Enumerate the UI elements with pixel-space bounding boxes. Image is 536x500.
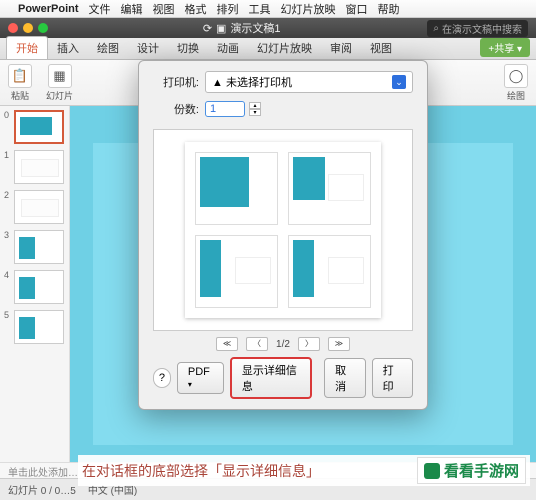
copies-label: 份数: (153, 101, 199, 117)
copies-input[interactable]: 1 (205, 101, 245, 117)
slide-number: 3 (4, 230, 12, 240)
brand-icon (424, 463, 440, 479)
slide-thumb-1[interactable] (14, 150, 64, 184)
page-first-button[interactable]: ≪ (216, 337, 238, 351)
dropdown-arrow-icon: ⌄ (392, 75, 406, 89)
menu-app[interactable]: PowerPoint (18, 3, 79, 15)
slide-thumb-2[interactable] (14, 190, 64, 224)
document-title: ⟳ ▣ 演示文稿1 (56, 20, 427, 36)
handout-slide (288, 152, 371, 225)
menu-help[interactable]: 帮助 (378, 1, 400, 17)
handout-slide (288, 235, 371, 308)
slide-thumb-4[interactable] (14, 270, 64, 304)
page-last-button[interactable]: ≫ (328, 337, 350, 351)
copies-stepper[interactable]: ▴▾ (249, 102, 261, 116)
tab-draw[interactable]: 绘图 (88, 37, 128, 59)
doc-title-text: 演示文稿1 (230, 20, 280, 36)
pdf-button[interactable]: PDF (177, 362, 224, 394)
tab-animations[interactable]: 动画 (208, 37, 248, 59)
page-prev-button[interactable]: 〈 (246, 337, 268, 351)
print-button[interactable]: 打印 (372, 358, 413, 398)
menu-file[interactable]: 文件 (89, 1, 111, 17)
page-next-button[interactable]: 〉 (298, 337, 320, 351)
maximize-icon[interactable] (38, 23, 48, 33)
cancel-button[interactable]: 取消 (324, 358, 365, 398)
tab-transitions[interactable]: 切换 (168, 37, 208, 59)
traffic-lights (0, 23, 56, 33)
dialog-buttons: ? PDF 显示详细信息 取消 打印 (153, 357, 413, 399)
stepper-up-icon[interactable]: ▴ (249, 102, 261, 109)
menu-slideshow[interactable]: 幻灯片放映 (281, 1, 336, 17)
preview-pager: ≪ 〈 1/2 〉 ≫ (153, 337, 413, 351)
window-title-bar: ⟳ ▣ 演示文稿1 ⌕ 在演示文稿中搜索 (0, 18, 536, 38)
ribbon-tabs: 开始 插入 绘图 设计 切换 动画 幻灯片放映 审阅 视图 +共享 ▾ (0, 38, 536, 60)
tab-design[interactable]: 设计 (128, 37, 168, 59)
tab-slideshow[interactable]: 幻灯片放映 (248, 37, 321, 59)
printer-label: 打印机: (153, 74, 199, 90)
draw-label: 绘图 (507, 89, 525, 102)
handout-slide (195, 235, 278, 308)
printer-value: ▲ 未选择打印机 (212, 74, 292, 90)
minimize-icon[interactable] (23, 23, 33, 33)
paste-label: 粘贴 (11, 89, 29, 102)
preview-page (185, 142, 381, 318)
clipboard-icon: 📋 (8, 64, 32, 88)
show-details-button[interactable]: 显示详细信息 (230, 357, 312, 399)
brand-watermark: 看看手游网 (417, 457, 526, 484)
page-indicator: 1/2 (276, 339, 290, 350)
tab-view[interactable]: 视图 (361, 37, 401, 59)
slide-thumbnail-panel[interactable]: 0 1 2 3 4 5 (0, 106, 70, 462)
menu-format[interactable]: 格式 (185, 1, 207, 17)
handout-slide (195, 152, 278, 225)
slide-number: 1 (4, 150, 12, 160)
share-button[interactable]: +共享 ▾ (480, 38, 530, 57)
slide-thumb-3[interactable] (14, 230, 64, 264)
slide-number: 2 (4, 190, 12, 200)
close-icon[interactable] (8, 23, 18, 33)
slide-thumb-0[interactable] (14, 110, 64, 144)
paste-group[interactable]: 📋 粘贴 (8, 64, 32, 102)
slides-group[interactable]: ▦ 幻灯片 (46, 64, 73, 102)
annotation-text: 在对话框的底部选择「显示详细信息」 (82, 461, 320, 481)
menu-window[interactable]: 窗口 (346, 1, 368, 17)
annotation-overlay: 在对话框的底部选择「显示详细信息」 看看手游网 (78, 455, 530, 486)
slides-label: 幻灯片 (46, 89, 73, 102)
slide-number: 4 (4, 270, 12, 280)
help-button[interactable]: ? (153, 368, 171, 388)
doc-icon: ▣ (216, 22, 226, 35)
mac-menu-bar: PowerPoint 文件 编辑 视图 格式 排列 工具 幻灯片放映 窗口 帮助 (0, 0, 536, 18)
slide-thumb-5[interactable] (14, 310, 64, 344)
new-slide-icon: ▦ (48, 64, 72, 88)
print-preview (153, 129, 413, 331)
menu-view[interactable]: 视图 (153, 1, 175, 17)
tab-home[interactable]: 开始 (6, 36, 48, 59)
slide-number: 5 (4, 310, 12, 320)
shapes-icon: ◯ (504, 64, 528, 88)
menu-arrange[interactable]: 排列 (217, 1, 239, 17)
stepper-down-icon[interactable]: ▾ (249, 109, 261, 116)
printer-select[interactable]: ▲ 未选择打印机 ⌄ (205, 71, 413, 93)
autosave-icon: ⟳ (203, 22, 212, 35)
menu-tools[interactable]: 工具 (249, 1, 271, 17)
search-placeholder: 在演示文稿中搜索 (442, 21, 522, 36)
brand-text: 看看手游网 (444, 460, 519, 481)
search-icon: ⌕ (433, 23, 439, 34)
status-slide: 幻灯片 0 / 0…5 (8, 482, 76, 497)
draw-group[interactable]: ◯ 绘图 (504, 64, 528, 102)
print-dialog: 打印机: ▲ 未选择打印机 ⌄ 份数: 1 ▴▾ ≪ 〈 1/2 〉 ≫ ? P… (138, 60, 428, 410)
menu-edit[interactable]: 编辑 (121, 1, 143, 17)
tab-insert[interactable]: 插入 (48, 37, 88, 59)
search-input[interactable]: ⌕ 在演示文稿中搜索 (427, 20, 528, 37)
slide-number: 0 (4, 110, 12, 120)
tab-review[interactable]: 审阅 (321, 37, 361, 59)
